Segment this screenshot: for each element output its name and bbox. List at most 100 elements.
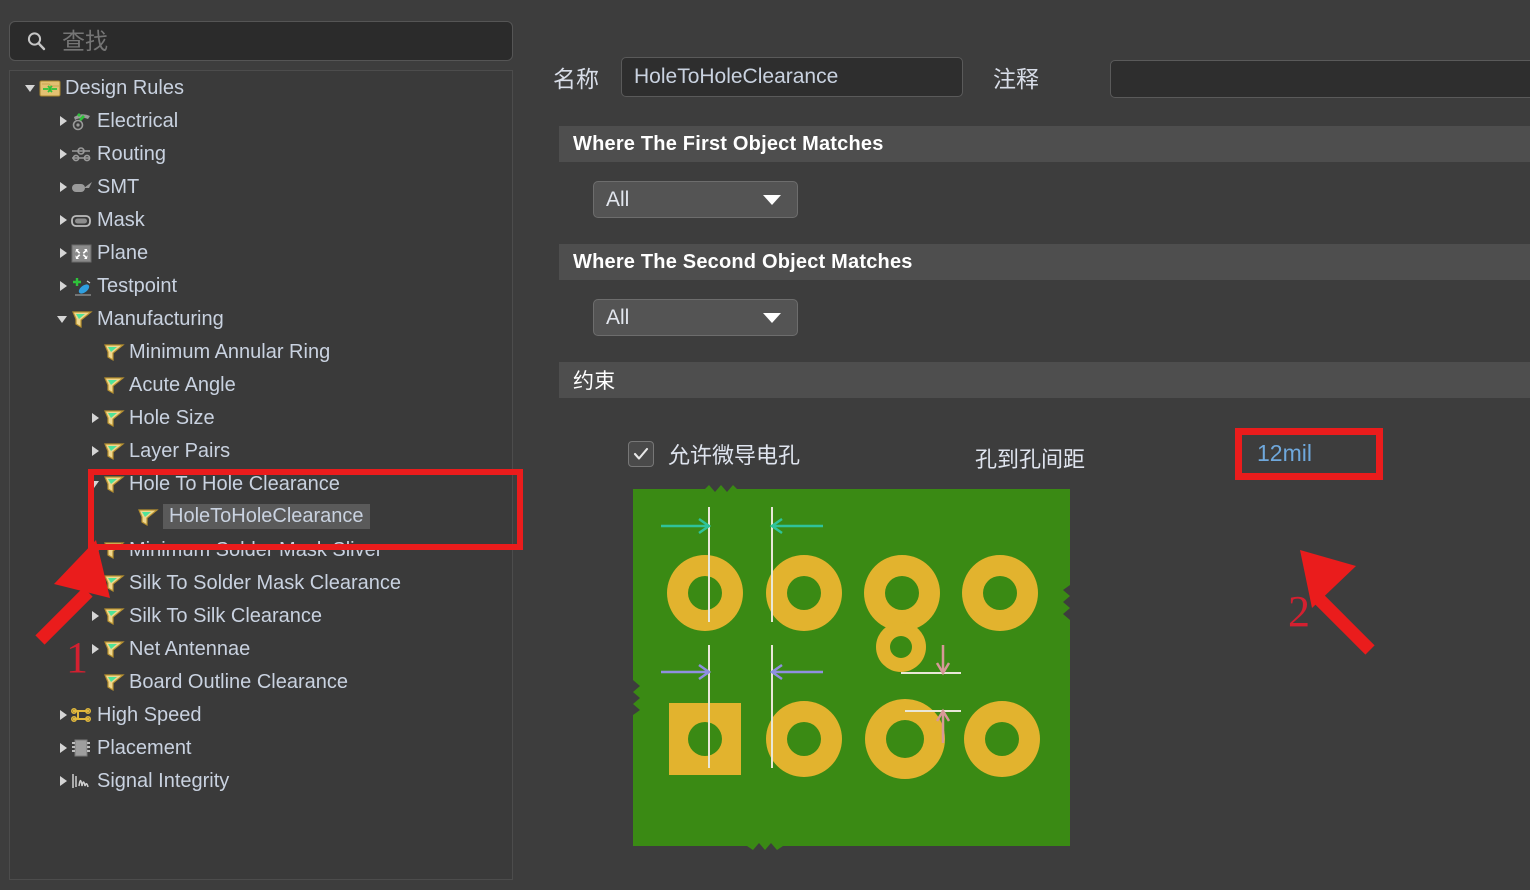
chevron-right-icon[interactable] — [88, 609, 102, 623]
hole-to-hole-gap-label: 孔到孔间距 — [975, 447, 1086, 472]
constraint-header: 约束 — [559, 362, 1530, 398]
tree-item-hole-size[interactable]: Hole Size — [10, 401, 512, 434]
mask-icon — [71, 214, 91, 227]
name-label: 名称 — [553, 66, 599, 92]
check-icon — [633, 447, 649, 460]
tree-item-hole-to-hole-clearance[interactable]: Hole To Hole Clearance — [10, 467, 512, 500]
tree-item-board-outline-clearance[interactable]: Board Outline Clearance — [10, 665, 512, 698]
tree-item-label: Layer Pairs — [129, 439, 231, 462]
chevron-right-icon[interactable] — [56, 213, 70, 227]
tree-item-manufacturing[interactable]: Manufacturing — [10, 302, 512, 335]
chevron-right-icon[interactable] — [56, 180, 70, 194]
allow-microvia-row[interactable]: 允许微导电孔 — [628, 438, 800, 470]
tree-item-acute-angle[interactable]: Acute Angle — [10, 368, 512, 401]
hole-to-hole-gap-value: 12mil — [1257, 439, 1312, 466]
tree-item-routing[interactable]: Routing — [10, 137, 512, 170]
name-input-value: HoleToHoleClearance — [634, 65, 839, 88]
chevron-right-icon[interactable] — [56, 279, 70, 293]
chevron-down-icon[interactable] — [56, 312, 70, 326]
name-row: 名称 HoleToHoleClearance 注释 — [553, 55, 1039, 99]
chevron-down-icon[interactable] — [24, 81, 38, 95]
testpoint-icon — [73, 277, 91, 296]
rule-flag-icon — [104, 442, 125, 460]
tree-item-smt[interactable]: SMT — [10, 170, 512, 203]
rule-flag-icon — [72, 310, 93, 328]
chevron-right-icon[interactable] — [88, 411, 102, 425]
folder-rules-icon — [39, 80, 61, 96]
chevron-down-icon — [763, 194, 781, 205]
tree-item-label: Testpoint — [97, 274, 178, 297]
app-window: Design Rules Electrical Routing SMT Mask Plan… — [0, 0, 1530, 890]
chevron-right-icon[interactable] — [56, 147, 70, 161]
allow-microvia-checkbox[interactable] — [628, 441, 654, 467]
tree-item-signal-integrity[interactable]: Signal Integrity — [10, 764, 512, 797]
tree-item-label: Minimum Solder Mask Sliver — [129, 538, 383, 561]
rules-tree[interactable]: Design Rules Electrical Routing SMT Mask Plan… — [9, 70, 513, 880]
search-box[interactable] — [9, 21, 513, 61]
first-object-scope-value: All — [606, 187, 630, 211]
tree-item-label: Minimum Annular Ring — [129, 340, 331, 363]
chevron-right-icon[interactable] — [56, 708, 70, 722]
search-input[interactable] — [60, 26, 464, 56]
tree-item-placement[interactable]: Placement — [10, 731, 512, 764]
comment-label: 注释 — [993, 66, 1039, 92]
rule-flag-icon — [104, 640, 125, 658]
chevron-down-icon — [763, 312, 781, 323]
allow-microvia-label: 允许微导电孔 — [668, 443, 801, 468]
name-input[interactable]: HoleToHoleClearance — [621, 57, 963, 97]
second-object-header: Where The Second Object Matches — [559, 244, 1530, 280]
rule-flag-icon — [104, 541, 125, 559]
first-object-scope-select[interactable]: All — [593, 181, 798, 218]
second-object-scope-value: All — [606, 305, 630, 329]
tree-item-minimum-solder-mask-sliver[interactable]: Minimum Solder Mask Sliver — [10, 533, 512, 566]
tree-item-minimum-annular-ring[interactable]: Minimum Annular Ring — [10, 335, 512, 368]
tree-item-silk-to-solder-mask-clearance[interactable]: Silk To Solder Mask Clearance — [10, 566, 512, 599]
chevron-right-icon[interactable] — [88, 642, 102, 656]
comment-input[interactable] — [1110, 60, 1530, 98]
tree-item-label: Placement — [97, 736, 192, 759]
tree-item-testpoint[interactable]: Testpoint — [10, 269, 512, 302]
chevron-down-icon[interactable] — [88, 477, 102, 491]
first-object-header-label: Where The First Object Matches — [573, 132, 884, 155]
routing-icon — [72, 146, 91, 161]
chevron-right-icon[interactable] — [88, 576, 102, 590]
chevron-right-icon[interactable] — [56, 246, 70, 260]
tree-item-label: High Speed — [97, 703, 202, 726]
tree-item-silk-to-silk-clearance[interactable]: Silk To Silk Clearance — [10, 599, 512, 632]
tree-item-holetoholeclearance[interactable]: HoleToHoleClearance — [10, 500, 512, 533]
rule-flag-icon — [138, 508, 159, 526]
smt-icon — [72, 181, 92, 192]
first-object-header: Where The First Object Matches — [559, 126, 1530, 162]
tree-item-label: Design Rules — [65, 76, 184, 99]
chevron-right-icon[interactable] — [56, 774, 70, 788]
rule-flag-icon — [104, 574, 125, 592]
tree-item-label: Acute Angle — [129, 373, 236, 396]
chevron-right-icon[interactable] — [88, 543, 102, 557]
tree-item-net-antennae[interactable]: Net Antennae — [10, 632, 512, 665]
tree-item-electrical[interactable]: Electrical — [10, 104, 512, 137]
tree-item-label: Silk To Silk Clearance — [129, 604, 323, 627]
tree-item-label: Net Antennae — [129, 637, 251, 660]
second-object-scope-select[interactable]: All — [593, 299, 798, 336]
tree-item-mask[interactable]: Mask — [10, 203, 512, 236]
tree-item-label: Signal Integrity — [97, 769, 230, 792]
hole-to-hole-gap-input[interactable]: 12mil — [1235, 432, 1375, 474]
rule-flag-icon — [104, 673, 125, 691]
tree-item-high-speed[interactable]: High Speed — [10, 698, 512, 731]
tree-item-label: Manufacturing — [97, 307, 224, 330]
search-icon — [27, 32, 46, 51]
tree-item-layer-pairs[interactable]: Layer Pairs — [10, 434, 512, 467]
rule-flag-icon — [104, 409, 125, 427]
rule-flag-icon — [104, 607, 125, 625]
chevron-right-icon[interactable] — [88, 444, 102, 458]
tree-item-label: SMT — [97, 175, 140, 198]
tree-item-label: Silk To Solder Mask Clearance — [129, 571, 401, 594]
constraint-header-label: 约束 — [573, 370, 616, 393]
chevron-right-icon[interactable] — [56, 741, 70, 755]
tree-item-plane[interactable]: Plane — [10, 236, 512, 269]
chevron-right-icon[interactable] — [56, 114, 70, 128]
tree-item-design-rules[interactable]: Design Rules — [10, 71, 512, 104]
